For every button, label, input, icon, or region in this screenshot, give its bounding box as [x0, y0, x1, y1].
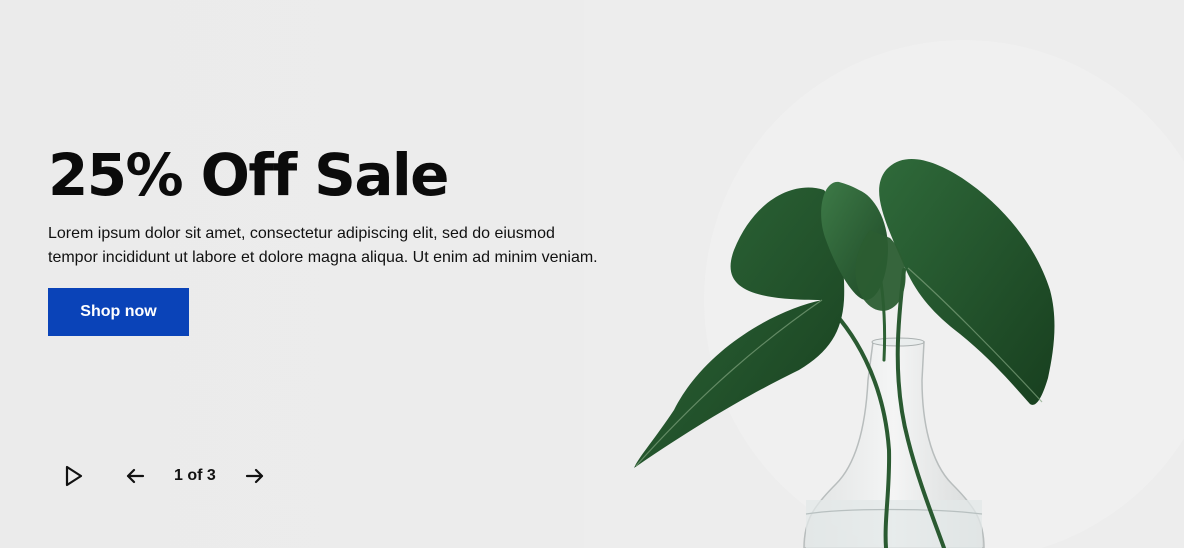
play-icon	[65, 465, 83, 487]
slider-controls: 1 of 3	[56, 458, 272, 494]
shop-now-button[interactable]: Shop now	[48, 288, 189, 336]
plant-vase-image	[584, 0, 1184, 548]
next-slide-button[interactable]	[238, 459, 272, 493]
slide-counter: 1 of 3	[174, 467, 216, 484]
promo-content: 25% Off Sale Lorem ipsum dolor sit amet,…	[48, 140, 608, 336]
previous-slide-button[interactable]	[118, 459, 152, 493]
arrow-right-icon	[245, 468, 263, 484]
play-button[interactable]	[56, 459, 90, 493]
arrow-left-icon	[126, 468, 145, 484]
promo-description: Lorem ipsum dolor sit amet, consectetur …	[48, 225, 598, 266]
hero-banner: 25% Off Sale Lorem ipsum dolor sit amet,…	[0, 0, 1184, 548]
promo-headline: 25% Off Sale	[48, 141, 450, 209]
